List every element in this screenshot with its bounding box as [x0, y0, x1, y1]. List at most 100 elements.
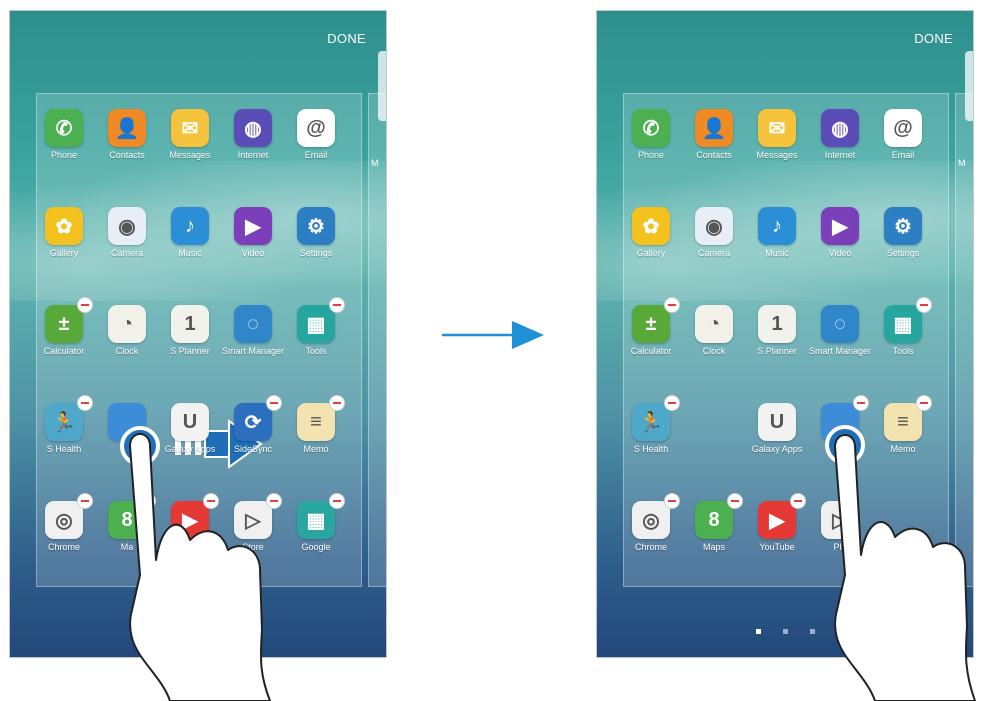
app-label: Calculator [630, 346, 672, 356]
app-internet[interactable]: ◍ Internet [221, 109, 285, 160]
app-calculator[interactable]: ± Calculator [32, 297, 96, 356]
app-label: Internet [824, 150, 856, 160]
app-phone[interactable]: ✆ Phone [619, 109, 683, 160]
remove-shortcut-icon[interactable] [329, 493, 345, 509]
app-contacts[interactable]: 👤 Contacts [95, 109, 159, 160]
app-label: Gallery [636, 248, 666, 258]
app-youtube[interactable]: ▶ YouTube [745, 493, 809, 552]
remove-shortcut-icon[interactable] [916, 297, 932, 313]
app-calculator[interactable]: ± Calculator [619, 297, 683, 356]
app-video[interactable]: ▶ Video [221, 207, 285, 258]
app-s-health[interactable]: 🏃 S Health [619, 395, 683, 454]
app-glyph: ✿ [55, 215, 73, 238]
app-s-planner[interactable]: 1 S Planner [745, 305, 809, 356]
app-internet[interactable]: ◍ Internet [808, 109, 872, 160]
app-glyph: ▦ [306, 313, 326, 336]
app-music[interactable]: ♪ Music [745, 207, 809, 258]
app-label: Chrome [634, 542, 667, 552]
app-label: Video [241, 248, 265, 258]
app-tools[interactable]: ▦ Tools [284, 297, 348, 356]
email-icon: @ [884, 109, 922, 147]
app-gallery[interactable]: ✿ Gallery [619, 207, 683, 258]
page-dot[interactable] [809, 629, 815, 634]
app-s-planner[interactable]: 1 S Planner [158, 305, 222, 356]
app-clock[interactable]: ◔ Clock [95, 305, 159, 356]
app-label: Music [178, 248, 202, 258]
phone-icon: ✆ [45, 109, 83, 147]
app-phone[interactable]: ✆ Phone [32, 109, 96, 160]
music-icon: ♪ [171, 207, 209, 245]
video-icon: ▶ [234, 207, 272, 245]
app-messages[interactable]: ✉ Messages [158, 109, 222, 160]
app-smart-manager[interactable]: ◌ Smart Manager [808, 305, 872, 356]
remove-shortcut-icon[interactable] [727, 493, 743, 509]
s-health-icon: 🏃 [45, 395, 93, 441]
app-label: Music [765, 248, 789, 258]
app-gallery[interactable]: ✿ Gallery [32, 207, 96, 258]
messages-icon: ✉ [758, 109, 796, 147]
remove-shortcut-icon[interactable] [77, 395, 93, 411]
app-label: Phone [50, 150, 78, 160]
app-empty-slot[interactable] [682, 403, 746, 444]
next-page-label: M [958, 158, 966, 168]
remove-shortcut-icon[interactable] [77, 297, 93, 313]
app-glyph: ◔ [707, 312, 721, 335]
maps-icon: 8 [695, 493, 743, 539]
app-email[interactable]: @ Email [871, 109, 935, 160]
internet-icon: ◍ [234, 109, 272, 147]
app-glyph: ± [645, 312, 657, 335]
app-glyph: ◍ [831, 117, 849, 140]
email-icon: @ [297, 109, 335, 147]
app-video[interactable]: ▶ Video [808, 207, 872, 258]
chrome-icon: ◎ [45, 493, 93, 539]
internet-icon: ◍ [821, 109, 859, 147]
app-tools[interactable]: ▦ Tools [871, 297, 935, 356]
calculator-icon: ± [632, 297, 680, 343]
done-button[interactable]: DONE [914, 31, 953, 46]
app-smart-manager[interactable]: ◌ Smart Manager [221, 305, 285, 356]
app-label: Email [304, 150, 328, 160]
app-label: Clock [702, 346, 726, 356]
clock-icon: ◔ [108, 305, 146, 343]
app-label: Camera [110, 248, 143, 258]
app-settings[interactable]: ⚙ Settings [284, 207, 348, 258]
app-chrome[interactable]: ◎ Chrome [32, 493, 96, 552]
app-glyph: U [769, 410, 785, 433]
page-dot[interactable] [782, 629, 788, 634]
galaxy-apps-icon: U [758, 403, 796, 441]
app-glyph: ✆ [642, 117, 660, 140]
app-label: Galaxy Apps [751, 444, 803, 454]
app-maps[interactable]: 8 Maps [682, 493, 746, 552]
gallery-icon: ✿ [45, 207, 83, 245]
remove-shortcut-icon[interactable] [329, 297, 345, 313]
remove-shortcut-icon[interactable] [77, 493, 93, 509]
app-label: S Health [46, 444, 82, 454]
app-galaxy-apps[interactable]: U Galaxy Apps [745, 403, 809, 454]
remove-shortcut-icon[interactable] [664, 493, 680, 509]
remove-shortcut-icon[interactable] [664, 297, 680, 313]
app-glyph: 👤 [114, 117, 140, 140]
app-contacts[interactable]: 👤 Contacts [682, 109, 746, 160]
done-button[interactable]: DONE [327, 31, 366, 46]
remove-shortcut-icon[interactable] [664, 395, 680, 411]
app-chrome[interactable]: ◎ Chrome [619, 493, 683, 552]
app-glyph: @ [893, 116, 913, 139]
camera-icon: ◉ [108, 207, 146, 245]
s-planner-icon: 1 [758, 305, 796, 343]
app-music[interactable]: ♪ Music [158, 207, 222, 258]
tools-icon: ▦ [884, 297, 932, 343]
smart-manager-icon: ◌ [821, 305, 859, 343]
app-camera[interactable]: ◉ Camera [682, 207, 746, 258]
remove-shortcut-icon[interactable] [790, 493, 806, 509]
app-glyph: ✉ [181, 117, 199, 140]
app-email[interactable]: @ Email [284, 109, 348, 160]
next-page-panel[interactable]: M [368, 93, 386, 587]
page-dot-active[interactable] [755, 629, 761, 634]
remove-shortcut-icon[interactable] [329, 395, 345, 411]
app-s-health[interactable]: 🏃 S Health [32, 395, 96, 454]
app-clock[interactable]: ◔ Clock [682, 305, 746, 356]
app-label: Messages [169, 150, 211, 160]
app-camera[interactable]: ◉ Camera [95, 207, 159, 258]
app-messages[interactable]: ✉ Messages [745, 109, 809, 160]
app-settings[interactable]: ⚙ Settings [871, 207, 935, 258]
